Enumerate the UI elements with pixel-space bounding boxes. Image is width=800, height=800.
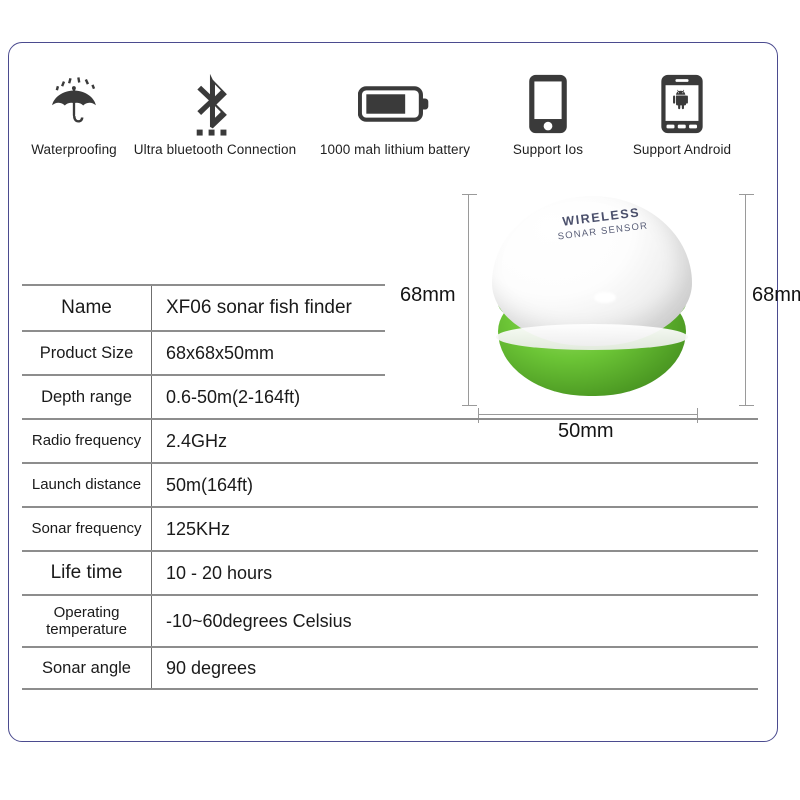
feature-label: 1000 mah lithium battery xyxy=(319,142,471,157)
android-phone-icon xyxy=(659,68,705,140)
table-row: Operating temperature -10~60degrees Cels… xyxy=(22,594,758,646)
spec-key: Name xyxy=(22,286,152,330)
feature-label: Waterproofing xyxy=(31,142,117,157)
spec-value: 0.6-50m(2-164ft) xyxy=(166,386,301,407)
spec-key: Radio frequency xyxy=(22,420,152,462)
feature-label: Support Android xyxy=(632,142,732,157)
feature-label: Ultra bluetooth Connection xyxy=(133,142,297,157)
table-row: Product Size 68x68x50mm xyxy=(22,330,385,374)
spec-value: 2.4GHz xyxy=(166,430,228,451)
spec-key: Product Size xyxy=(22,332,152,374)
spec-value: 90 degrees xyxy=(166,657,257,678)
spec-key: Operating temperature xyxy=(22,596,152,646)
spec-key: Sonar frequency xyxy=(22,508,152,550)
feature-battery: 1000 mah lithium battery xyxy=(315,68,475,157)
table-row: Name XF06 sonar fish finder xyxy=(22,284,385,330)
table-row: Radio frequency 2.4GHz xyxy=(22,418,758,462)
table-row: Sonar angle 90 degrees xyxy=(22,646,758,690)
spec-key: Launch distance xyxy=(22,464,152,506)
feature-waterproofing: Waterproofing xyxy=(20,68,128,157)
spec-key: Depth range xyxy=(22,376,152,418)
iphone-icon xyxy=(527,68,569,140)
feature-bluetooth: Ultra bluetooth Connection xyxy=(134,68,296,157)
table-row: Life time 10 - 20 hours xyxy=(22,550,758,594)
feature-label: Support Ios xyxy=(512,142,584,157)
spec-value: XF06 sonar fish finder xyxy=(166,297,352,318)
table-row: Launch distance 50m(164ft) xyxy=(22,462,758,506)
bluetooth-icon xyxy=(187,68,243,140)
table-row: Sonar frequency 125KHz xyxy=(22,506,758,550)
spec-value: -10~60degrees Celsius xyxy=(166,610,352,631)
table-row: Depth range 0.6-50m(2-164ft) xyxy=(22,374,385,418)
specification-table: Name XF06 sonar fish finder Product Size… xyxy=(22,284,758,690)
feature-support-android: Support Android xyxy=(616,68,748,157)
umbrella-rain-icon xyxy=(43,68,105,140)
feature-support-ios: Support Ios xyxy=(498,68,598,157)
spec-value: 68x68x50mm xyxy=(166,342,275,363)
spec-key: Life time xyxy=(22,552,152,594)
feature-strip: Waterproofing Ultra bluetooth Connection xyxy=(8,62,778,182)
spec-value: 125KHz xyxy=(166,518,231,539)
dimension-label-right: 68mm xyxy=(752,284,800,306)
spec-value: 50m(164ft) xyxy=(166,474,254,495)
spec-key: Sonar angle xyxy=(22,648,152,688)
spec-value: 10 - 20 hours xyxy=(166,562,273,583)
battery-icon xyxy=(358,68,432,140)
